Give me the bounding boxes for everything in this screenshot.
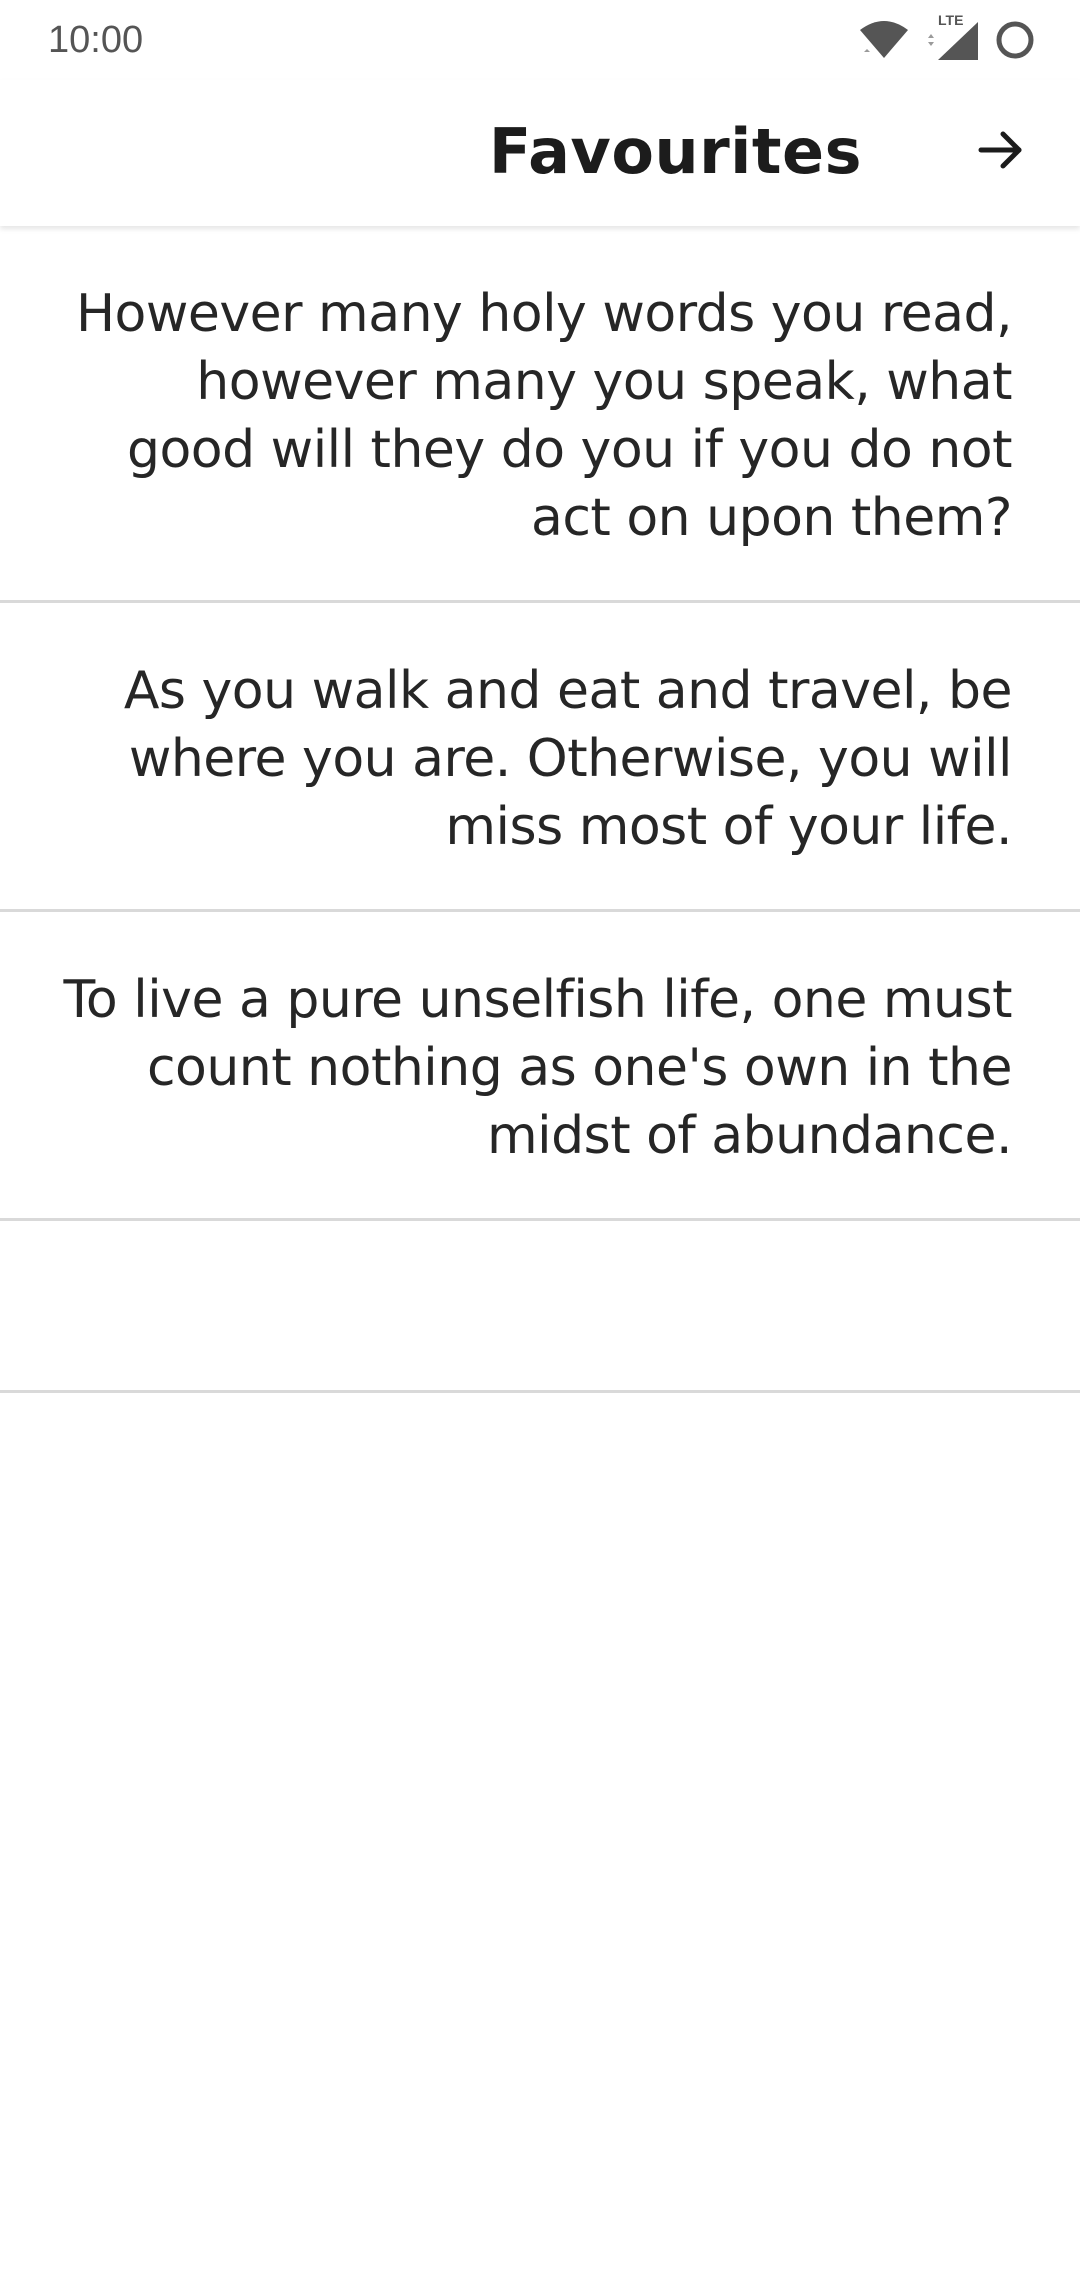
wifi-icon [858, 20, 910, 60]
quote-item[interactable]: As you walk and eat and travel, be where… [0, 603, 1080, 912]
lte-signal-icon: LTE [924, 12, 980, 62]
page-title: Favourites [488, 115, 862, 188]
status-bar: 10:00 LTE [0, 0, 1080, 80]
app-bar: Favourites [0, 80, 1080, 226]
empty-list-item [0, 1221, 1080, 1393]
quote-text: To live a pure unselfish life, one must … [63, 970, 1013, 1166]
favourites-list: However many holy words you read, howeve… [0, 226, 1080, 1393]
quote-text: However many holy words you read, howeve… [75, 284, 1013, 548]
quote-item[interactable]: To live a pure unselfish life, one must … [0, 912, 1080, 1221]
battery-circle-icon [994, 19, 1036, 61]
status-icons: LTE [858, 12, 1036, 64]
network-type-label: LTE [938, 12, 964, 28]
quote-item[interactable]: However many holy words you read, howeve… [0, 226, 1080, 603]
status-time: 10:00 [48, 19, 144, 61]
quote-text: As you walk and eat and travel, be where… [123, 661, 1013, 857]
arrow-right-icon [975, 124, 1027, 180]
forward-button[interactable] [962, 113, 1040, 191]
